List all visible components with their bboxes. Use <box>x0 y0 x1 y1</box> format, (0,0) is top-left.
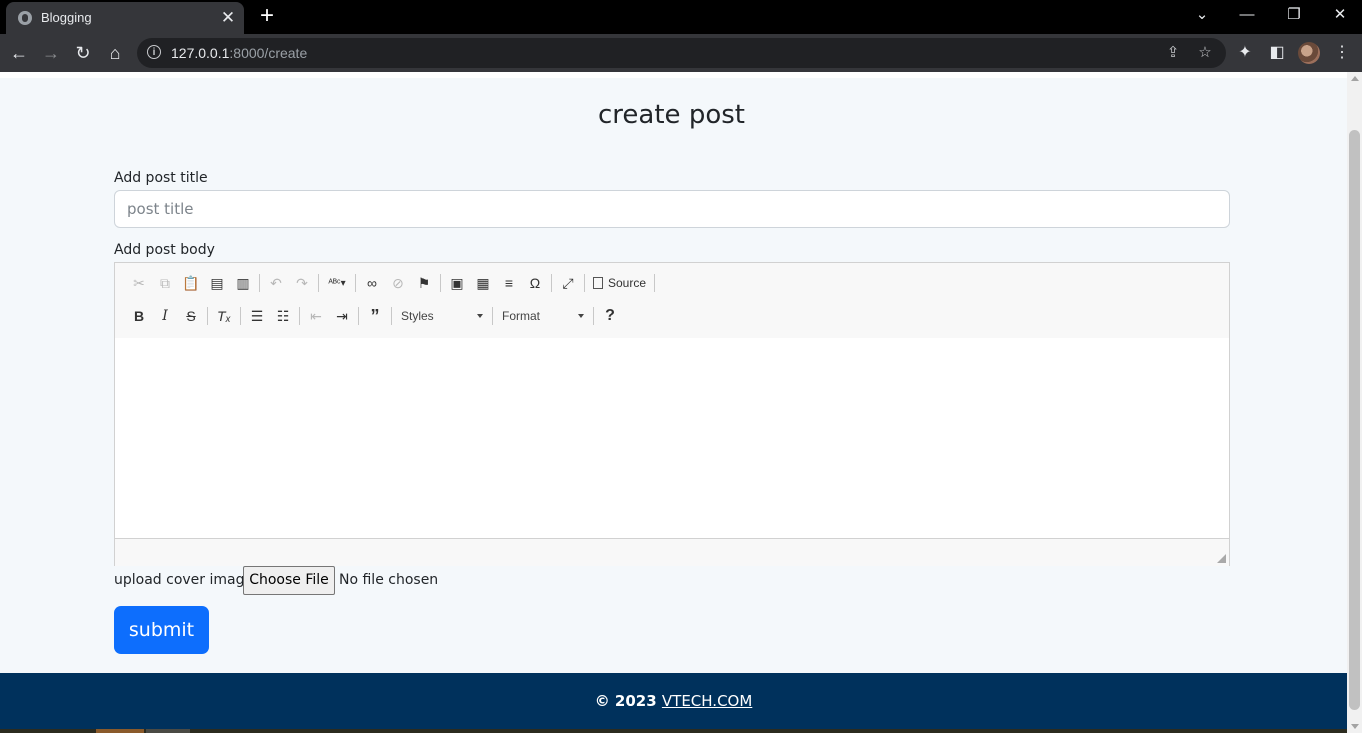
remove-format-icon[interactable]: Tₓ <box>211 303 237 329</box>
scroll-down-icon[interactable] <box>1351 724 1359 729</box>
editor-toolbar: ✂ ⧉ 📋 ▤ ▥ ↶ ↷ ᴬᴮᶜ▾ ∞ ⊘ ⚑ ▣ ▦ ≡ Ω ⤢ Sourc… <box>115 263 1229 339</box>
paste-text-icon[interactable]: ▤ <box>204 270 230 296</box>
new-tab-icon[interactable]: + <box>256 4 278 28</box>
bold-icon[interactable]: B <box>126 303 152 329</box>
site-info-icon[interactable]: i <box>147 45 161 59</box>
globe-icon <box>18 11 32 25</box>
scroll-thumb[interactable] <box>1349 130 1360 710</box>
browser-toolbar: ← → ↻ ⌂ i 127.0.0.1:8000/create ⇪ ☆ <box>0 34 1362 72</box>
page-content: create post Add post title Add post body… <box>0 72 1347 733</box>
indent-icon[interactable]: ⇥ <box>329 303 355 329</box>
help-icon[interactable]: ? <box>597 303 623 329</box>
share-icon[interactable]: ⇪ <box>1162 42 1184 64</box>
horizontal-rule-icon[interactable]: ≡ <box>496 270 522 296</box>
source-icon <box>593 277 603 289</box>
editor-status-bar <box>115 538 1229 566</box>
footer-copyright: © 2023 <box>594 692 657 710</box>
forward-icon[interactable]: → <box>39 41 63 65</box>
title-label: Add post title <box>114 170 208 186</box>
link-icon[interactable]: ∞ <box>359 270 385 296</box>
undo-icon[interactable]: ↶ <box>263 270 289 296</box>
editor-content-area[interactable] <box>115 338 1229 538</box>
unlink-icon[interactable]: ⊘ <box>385 270 411 296</box>
copy-icon[interactable]: ⧉ <box>152 270 178 296</box>
italic-icon[interactable]: I <box>152 303 178 329</box>
browser-tab-strip: Blogging ✕ + ⌄ — ❐ ✕ <box>0 0 1362 34</box>
body-label: Add post body <box>114 242 215 258</box>
tab-title: Blogging <box>41 10 92 25</box>
browser-tab[interactable]: Blogging ✕ <box>6 2 244 34</box>
resize-handle-icon[interactable] <box>1217 554 1226 563</box>
source-button[interactable]: Source <box>588 276 651 290</box>
spellcheck-icon[interactable]: ᴬᴮᶜ▾ <box>322 270 352 296</box>
redo-icon[interactable]: ↷ <box>289 270 315 296</box>
side-panel-icon[interactable]: ◧ <box>1265 41 1289 65</box>
minimize-icon[interactable]: — <box>1234 4 1260 26</box>
numbered-list-icon[interactable]: ☰ <box>244 303 270 329</box>
blockquote-icon[interactable]: ” <box>362 303 388 329</box>
choose-file-button[interactable]: Choose File <box>243 566 335 595</box>
rich-text-editor: ✂ ⧉ 📋 ▤ ▥ ↶ ↷ ᴬᴮᶜ▾ ∞ ⊘ ⚑ ▣ ▦ ≡ Ω ⤢ Sourc… <box>114 262 1230 566</box>
post-title-input[interactable] <box>114 190 1230 228</box>
back-icon[interactable]: ← <box>7 41 31 65</box>
home-icon[interactable]: ⌂ <box>103 41 127 65</box>
page-scrollbar[interactable] <box>1347 72 1362 733</box>
maximize-icon[interactable]: ⤢ <box>555 270 581 296</box>
close-tab-icon[interactable]: ✕ <box>218 8 238 28</box>
bulleted-list-icon[interactable]: ☷ <box>270 303 296 329</box>
special-char-icon[interactable]: Ω <box>522 270 548 296</box>
menu-kebab-icon[interactable]: ⋮ <box>1330 41 1354 65</box>
chevron-down-icon <box>578 314 584 318</box>
tab-search-icon[interactable]: ⌄ <box>1189 4 1215 26</box>
extensions-icon[interactable]: ✦ <box>1233 41 1257 65</box>
close-window-icon[interactable]: ✕ <box>1327 4 1353 26</box>
chevron-down-icon <box>477 314 483 318</box>
outdent-icon[interactable]: ⇤ <box>303 303 329 329</box>
anchor-flag-icon[interactable]: ⚑ <box>411 270 437 296</box>
footer-site-link[interactable]: VTECH.COM <box>662 692 752 710</box>
scroll-up-icon[interactable] <box>1351 76 1359 81</box>
footer: © 2023 VTECH.COM <box>0 673 1347 729</box>
styles-dropdown[interactable]: Styles <box>395 309 489 323</box>
reload-icon[interactable]: ↻ <box>71 41 95 65</box>
strikethrough-icon[interactable]: S <box>178 303 204 329</box>
upload-label: upload cover image <box>114 572 254 588</box>
cut-icon[interactable]: ✂ <box>126 270 152 296</box>
profile-avatar[interactable] <box>1298 42 1320 64</box>
page-title: create post <box>598 100 745 130</box>
file-status: No file chosen <box>339 572 439 588</box>
url-text: 127.0.0.1:8000/create <box>171 45 308 61</box>
table-icon[interactable]: ▦ <box>470 270 496 296</box>
submit-button[interactable]: submit <box>114 606 209 654</box>
paste-word-icon[interactable]: ▥ <box>230 270 256 296</box>
paste-icon[interactable]: 📋 <box>178 270 204 296</box>
address-bar[interactable]: i 127.0.0.1:8000/create ⇪ ☆ <box>137 38 1226 68</box>
bookmark-star-icon[interactable]: ☆ <box>1194 42 1216 64</box>
restore-icon[interactable]: ❐ <box>1281 4 1307 26</box>
image-icon[interactable]: ▣ <box>444 270 470 296</box>
format-dropdown[interactable]: Format <box>496 309 590 323</box>
